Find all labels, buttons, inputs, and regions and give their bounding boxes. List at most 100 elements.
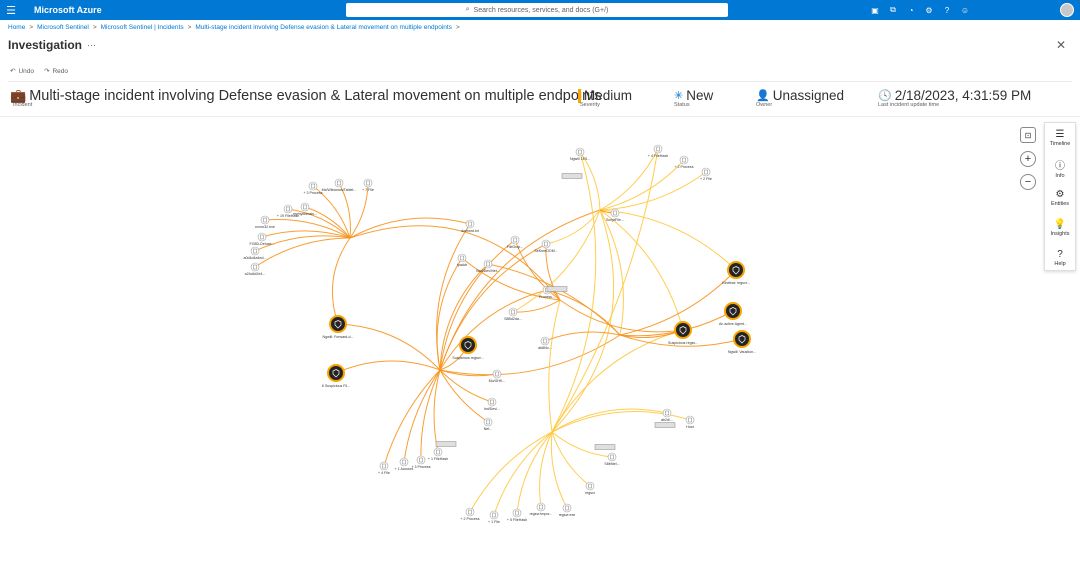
more-options-icon[interactable]: ··· <box>87 40 96 50</box>
entity-node[interactable] <box>540 336 550 346</box>
entity-node[interactable] <box>399 457 409 467</box>
alert-node[interactable] <box>674 321 692 339</box>
help-icon: ? <box>1057 249 1063 260</box>
graph-node-label: a24c6d2e4... <box>245 272 266 276</box>
alert-node[interactable] <box>459 336 477 354</box>
status-field: ✳ New Status <box>674 88 713 108</box>
entity-node[interactable] <box>379 461 389 471</box>
entity-node[interactable] <box>250 246 260 256</box>
entity-node[interactable] <box>489 510 499 520</box>
entity-node[interactable] <box>257 232 267 242</box>
breadcrumb-home[interactable]: Home <box>8 24 25 31</box>
graph-node-label: FileDrop... <box>507 245 524 249</box>
entity-node[interactable] <box>487 397 497 407</box>
entity-node[interactable] <box>483 417 493 427</box>
alert-node[interactable] <box>327 364 345 382</box>
zoom-out-button[interactable]: − <box>1020 174 1036 190</box>
graph-node-label: Ngwill: Vaustion... <box>728 350 756 354</box>
entity-node[interactable] <box>250 262 260 272</box>
side-entities[interactable]: ⚙ Entities <box>1045 183 1075 213</box>
group-node[interactable] <box>654 422 676 428</box>
entity-node[interactable] <box>334 178 344 188</box>
close-icon[interactable]: ✕ <box>1056 38 1066 52</box>
graph-node-label: Host <box>686 425 693 429</box>
graph-node-label: a0d4d4a4ed... <box>244 256 267 260</box>
side-insights[interactable]: 💡 Insights <box>1045 213 1075 243</box>
graph-edge <box>551 431 591 487</box>
graph-node-label: + 1 FileHash <box>428 457 448 461</box>
entity-node[interactable] <box>492 369 502 379</box>
side-timeline[interactable]: ☰ Timeline <box>1045 123 1075 153</box>
entity-node[interactable] <box>685 415 695 425</box>
graph-edge <box>493 431 553 516</box>
entity-node[interactable] <box>575 147 585 157</box>
entity-node[interactable] <box>363 178 373 188</box>
entity-node[interactable] <box>610 208 620 218</box>
group-node[interactable] <box>594 444 616 450</box>
graph-node-label: regsvr.tmpor... <box>530 512 553 516</box>
cloud-shell-icon[interactable]: ▣ <box>866 3 884 17</box>
investigation-graph[interactable]: + 3 ProcessMx/Wlindows/Tablet... + 7 File… <box>0 117 1080 564</box>
graph-edge <box>383 369 441 467</box>
alert-node[interactable] <box>329 315 347 333</box>
graph-edge <box>403 369 441 463</box>
entity-node[interactable] <box>308 181 318 191</box>
breadcrumb-incident[interactable]: Multi-stage incident involving Defense e… <box>195 24 452 31</box>
brand-title[interactable]: Microsoft Azure <box>34 5 102 15</box>
entity-node[interactable] <box>653 144 663 154</box>
entity-node[interactable] <box>483 259 493 269</box>
severity-field: Medium Severity <box>578 88 632 108</box>
breadcrumb: Home > Microsoft Sentinel > Microsoft Se… <box>8 24 460 31</box>
hamburger-menu-icon[interactable]: ☰ <box>0 0 22 20</box>
entity-node[interactable] <box>416 455 426 465</box>
graph-node-label: regsvr.exe <box>559 513 576 517</box>
entity-node[interactable] <box>562 503 572 513</box>
entity-node[interactable] <box>260 215 270 225</box>
zoom-in-button[interactable]: + <box>1020 151 1036 167</box>
fit-to-screen-icon[interactable]: ⊡ <box>1020 127 1036 143</box>
feedback-icon[interactable]: ☺ <box>956 3 974 17</box>
avatar[interactable] <box>1060 3 1074 17</box>
graph-node-label: Mx/Wlindows/Tablet... <box>322 188 357 192</box>
undo-button[interactable]: ↶ Undo <box>10 67 34 76</box>
entity-node[interactable] <box>512 508 522 518</box>
graph-node-label: mymydomain... <box>293 212 317 216</box>
alert-node[interactable] <box>727 261 745 279</box>
graph-node-label: Suspicious regsvr... <box>452 356 483 360</box>
graph-node-label: + 1 File <box>488 520 500 524</box>
graph-node-label: + 5 FileHash <box>507 518 527 522</box>
breadcrumb-sentinel[interactable]: Microsoft Sentinel <box>37 24 89 31</box>
alert-node[interactable] <box>733 330 751 348</box>
entity-node[interactable] <box>457 253 467 263</box>
redo-button[interactable]: ↷ Redo <box>44 67 68 76</box>
graph-node-label: Ngwill: Forward-d... <box>323 335 354 339</box>
graph-node-label: Ngwill 1E5... <box>570 157 590 161</box>
entity-node[interactable] <box>585 481 595 491</box>
entity-node[interactable] <box>510 235 520 245</box>
group-node[interactable] <box>435 441 457 447</box>
entity-node[interactable] <box>701 167 711 177</box>
entity-node[interactable] <box>300 202 310 212</box>
entity-node[interactable] <box>679 155 689 165</box>
entity-node[interactable] <box>465 507 475 517</box>
breadcrumb-incidents[interactable]: Microsoft Sentinel | Incidents <box>101 24 184 31</box>
graph-edge <box>545 209 601 245</box>
gear-icon[interactable]: ⚙ <box>920 3 938 17</box>
entity-node[interactable] <box>607 452 617 462</box>
entity-node[interactable] <box>541 239 551 249</box>
entity-node[interactable] <box>536 502 546 512</box>
alert-node[interactable] <box>724 302 742 320</box>
group-node[interactable] <box>561 173 583 179</box>
entity-node[interactable] <box>283 204 293 214</box>
global-search-input[interactable]: ⌕ Search resources, services, and docs (… <box>346 3 728 17</box>
bell-icon[interactable]: ◔ <box>902 3 920 17</box>
entity-node[interactable] <box>465 219 475 229</box>
group-node[interactable] <box>546 286 568 292</box>
entity-node[interactable] <box>662 408 672 418</box>
side-help[interactable]: ? Help <box>1045 243 1075 273</box>
entity-node[interactable] <box>508 307 518 317</box>
side-info[interactable]: ⓘ Info <box>1045 153 1075 183</box>
directory-icon[interactable]: ⧉ <box>884 3 902 17</box>
entity-node[interactable] <box>433 447 443 457</box>
help-icon[interactable]: ? <box>938 3 956 17</box>
